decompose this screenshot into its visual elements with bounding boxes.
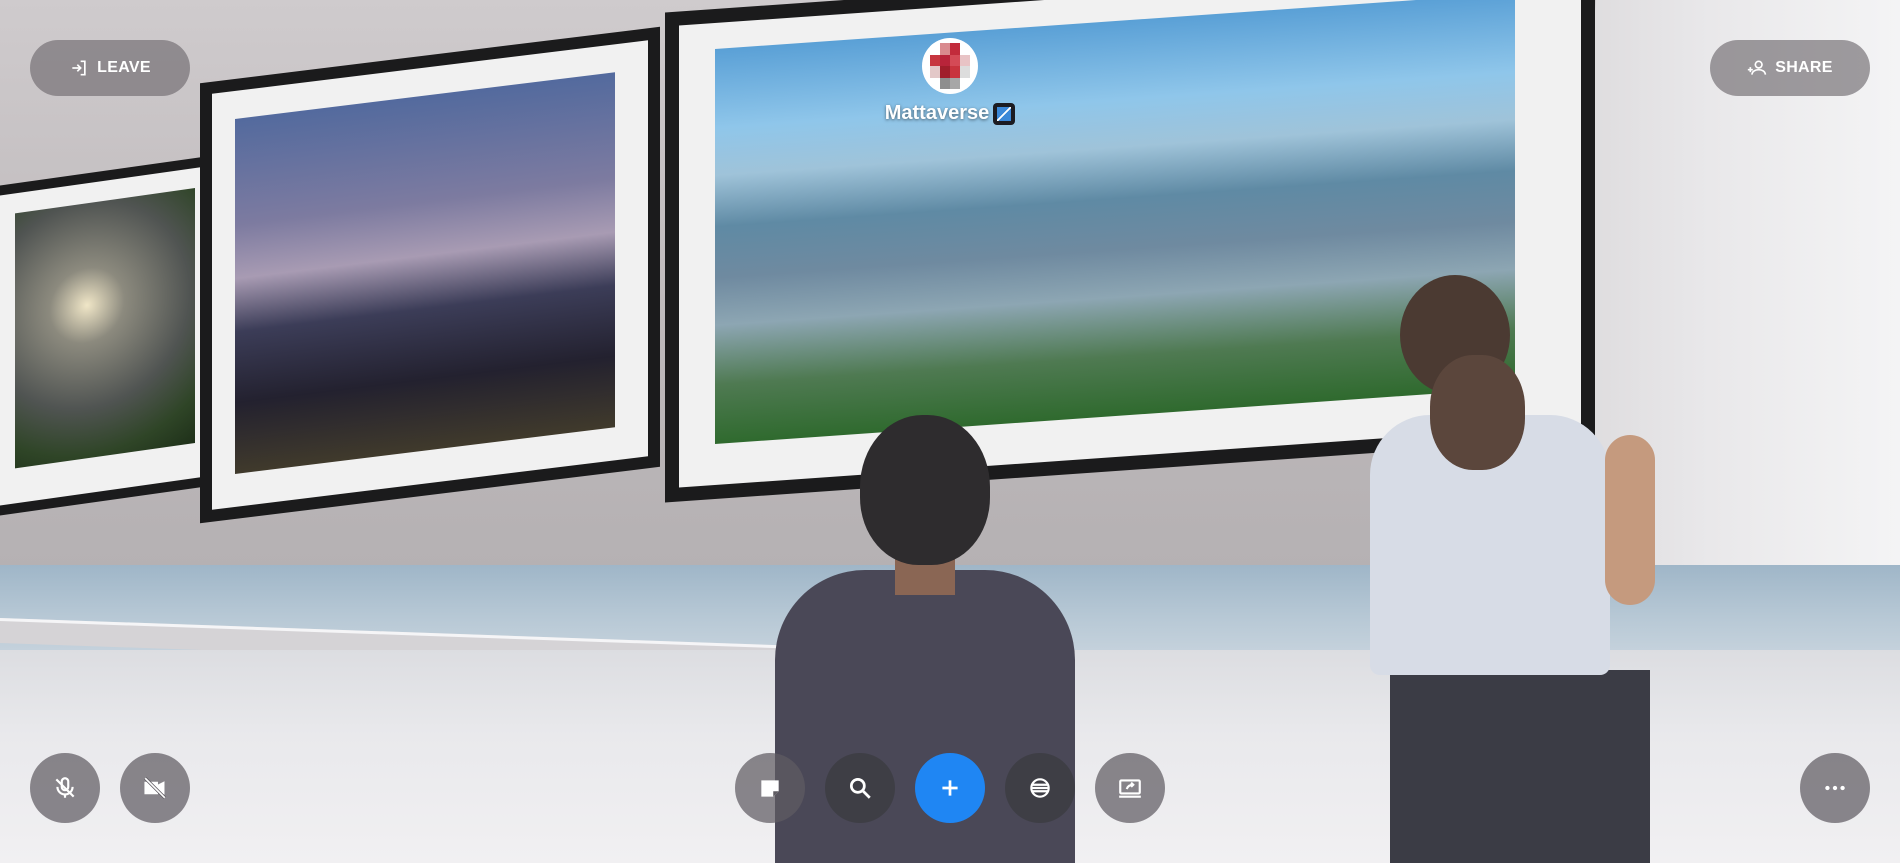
globe-icon [1030,778,1050,798]
camera-toggle-button[interactable] [120,753,190,823]
artwork-frame-1[interactable] [0,153,230,517]
virtual-gallery-scene[interactable] [0,0,1900,863]
pixelated-avatar-image [930,43,970,89]
camera-off-icon [144,777,166,799]
mic-off-icon [55,777,75,798]
leave-icon [72,60,86,76]
search-icon [849,777,871,799]
artwork-image-moon-forest [15,188,195,469]
profile-name: Mattaverse [885,102,1016,125]
avatar-ponytail [1430,355,1525,470]
spaces-button[interactable] [1005,753,1075,823]
notes-button[interactable] [735,753,805,823]
plus-icon [942,780,958,796]
more-options-icon [1825,785,1845,791]
artwork-frame-2[interactable] [200,26,660,524]
leave-button[interactable]: LEAVE [30,40,190,96]
share-button[interactable]: SHARE [1710,40,1870,96]
avatar-skirt [1390,670,1650,863]
screen-share-button[interactable] [1095,753,1165,823]
user-profile-tag[interactable]: Mattaverse [860,38,1040,125]
verified-badge-icon [993,102,1016,125]
avatar-arm [1605,435,1655,605]
add-person-icon [1748,60,1767,75]
add-button[interactable] [915,753,985,823]
mic-toggle-button[interactable] [30,753,100,823]
note-icon [761,780,779,797]
more-options-button[interactable] [1800,753,1870,823]
profile-name-text: Mattaverse [884,102,990,124]
artwork-image-night-city [235,72,615,474]
avatar[interactable] [922,38,978,94]
search-button[interactable] [825,753,895,823]
leave-label: LEAVE [97,59,151,76]
screen-share-icon [1119,779,1141,798]
share-label: SHARE [1775,59,1833,76]
user-avatar-female [1350,275,1730,863]
avatar-head [860,415,990,565]
